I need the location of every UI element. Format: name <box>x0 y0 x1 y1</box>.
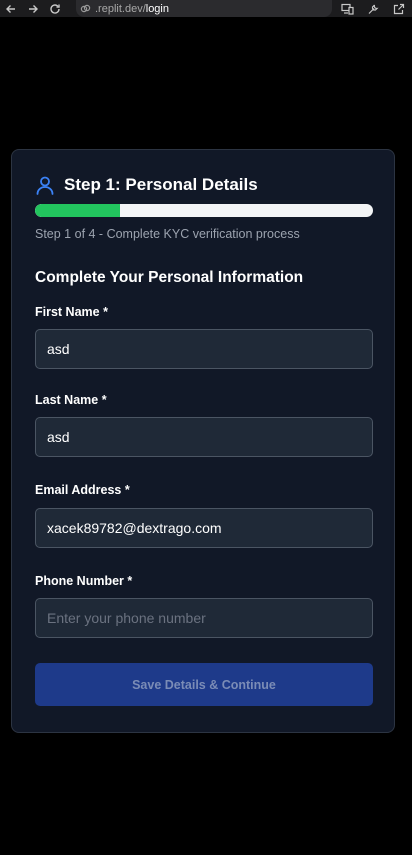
tools-icon[interactable] <box>360 0 386 17</box>
save-continue-button[interactable]: Save Details & Continue <box>35 663 373 706</box>
card-title: Step 1: Personal Details <box>64 175 258 194</box>
address-bar[interactable]: .replit.dev/login <box>76 0 332 17</box>
lock-icon[interactable] <box>80 3 92 15</box>
email-input[interactable] <box>35 508 373 548</box>
card-header: Step 1: Personal Details <box>35 175 258 195</box>
browser-actions <box>334 0 412 17</box>
email-label: Email Address * <box>35 483 130 497</box>
browser-toolbar: .replit.dev/login <box>0 0 412 17</box>
forward-icon[interactable] <box>22 0 44 17</box>
user-icon <box>35 175 55 195</box>
phone-input[interactable] <box>35 598 373 638</box>
url-host: .replit.dev/ <box>95 2 146 15</box>
first-name-label: First Name * <box>35 305 108 319</box>
back-icon[interactable] <box>0 0 22 17</box>
section-title: Complete Your Personal Information <box>35 269 304 286</box>
phone-label: Phone Number * <box>35 574 133 588</box>
last-name-label: Last Name * <box>35 393 107 407</box>
first-name-input[interactable] <box>35 329 373 369</box>
progress-bar <box>35 204 373 217</box>
progress-fill <box>35 204 120 217</box>
url-path: login <box>145 2 169 15</box>
progress-caption: Step 1 of 4 - Complete KYC verification … <box>35 227 300 241</box>
open-external-icon[interactable] <box>386 0 412 17</box>
last-name-input[interactable] <box>35 417 373 457</box>
kyc-card: Step 1: Personal Details Step 1 of 4 - C… <box>11 149 395 733</box>
reload-icon[interactable] <box>44 0 66 17</box>
devices-icon[interactable] <box>334 0 360 17</box>
